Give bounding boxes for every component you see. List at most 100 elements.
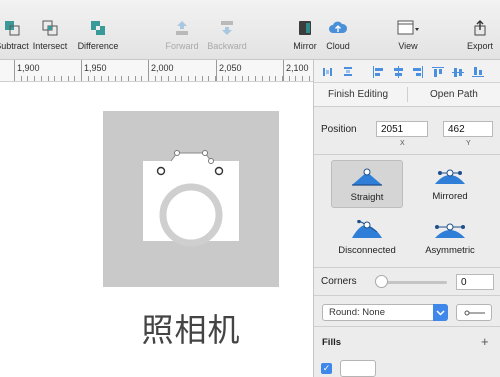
camera-artboard[interactable] [103,111,279,287]
ruler-minor-tick [302,76,303,81]
point-type-label: Straight [350,192,384,203]
point-type-asymmetric[interactable]: Asymmetric [414,214,486,262]
ruler-minor-tick [121,76,122,81]
ruler-minor-tick [34,76,35,81]
ruler-minor-tick [94,76,95,81]
forward-button[interactable]: Forward [162,0,202,60]
ruler-minor-tick [27,76,28,81]
point-type-label: Disconnected [338,245,396,256]
join-style-value: Round: None [329,307,385,318]
position-y-field[interactable]: 462 [443,121,493,137]
path-point[interactable] [208,158,214,164]
mirror-button[interactable]: Mirror [288,0,322,60]
ruler-minor-tick [202,76,203,81]
fill-color-swatch[interactable] [340,360,376,377]
align-middle-icon[interactable] [452,65,464,83]
ruler-minor-tick [41,76,42,81]
view-button[interactable]: View [392,0,424,60]
align-bottom-icon[interactable] [472,65,484,83]
finish-editing-button[interactable]: Finish Editing [328,89,388,100]
path-point-selected[interactable] [156,166,166,176]
position-section: Position 2051 462 X Y [314,107,500,155]
fill-enabled-checkbox[interactable]: ✓ [321,363,332,374]
intersect-label: Intersect [32,41,68,51]
join-style-select[interactable]: Round: None [322,304,448,321]
ruler-minor-tick [108,76,109,81]
ruler-label: 2,100 [286,63,309,73]
cloud-icon [329,21,348,33]
ruler-label: 2,000 [151,63,174,73]
backward-icon [221,21,233,35]
ruler-minor-tick [242,76,243,81]
inspector-panel: Finish Editing Open Path Position 2051 4… [313,60,500,377]
corners-section: Corners 0 [314,268,500,296]
ruler-minor-tick [175,76,176,81]
ruler-minor-tick [88,76,89,81]
cloud-label: Cloud [326,41,350,51]
ruler-minor-tick [289,76,290,81]
path-point[interactable] [202,150,208,156]
point-type-straight[interactable]: Straight [331,160,403,208]
path-point[interactable] [174,150,180,156]
difference-button[interactable]: Difference [75,0,121,60]
ruler-minor-tick [115,76,116,81]
align-center-icon[interactable] [392,65,404,83]
position-x-field[interactable]: 2051 [376,121,428,137]
ruler-minor-tick [309,76,310,81]
align-top-icon[interactable] [432,65,444,83]
point-type-disconnected[interactable]: Disconnected [331,214,403,262]
canvas[interactable]: 照相机 [0,83,313,377]
ruler-minor-tick [128,76,129,81]
ruler-minor-tick [255,76,256,81]
ruler-minor-tick [21,76,22,81]
corners-slider-knob[interactable] [375,275,388,288]
ruler-label: 1,900 [17,63,40,73]
ruler-minor-tick [195,76,196,81]
point-type-section: Straight Mirrored Disconnected Asymmetri… [314,156,500,268]
straight-point-icon [352,168,382,186]
subtract-button[interactable]: Subtract [0,0,32,60]
horizontal-ruler: 1,900 1,950 2,000 2,050 2,100 [0,60,313,82]
corners-label: Corners [321,276,357,287]
ruler-minor-tick [275,76,276,81]
add-fill-icon[interactable]: + [481,334,489,349]
forward-label: Forward [165,41,199,51]
cloud-button[interactable]: Cloud [322,0,354,60]
point-type-mirrored[interactable]: Mirrored [414,160,486,208]
point-type-label: Mirrored [432,191,468,202]
export-button[interactable]: Export [462,0,498,60]
subtract-label: Subtract [0,41,29,51]
mirrored-point-icon [435,169,465,184]
disconnected-point-icon [352,220,382,238]
path-point-selected[interactable] [214,166,224,176]
path-edit-row: Finish Editing Open Path [314,83,500,107]
view-icon [397,20,419,35]
align-left-icon[interactable] [372,65,384,83]
join-section: Round: None [314,297,500,327]
view-label: View [398,41,418,51]
path-ends-button[interactable] [456,304,492,321]
export-icon [474,20,486,36]
camera-icon[interactable] [103,111,279,287]
asymmetric-point-icon [435,223,465,238]
ruler-minor-tick [61,76,62,81]
ruler-minor-tick [48,76,49,81]
distribute-vertical-icon[interactable] [342,65,354,83]
ruler-minor-tick [161,76,162,81]
intersect-button[interactable]: Intersect [30,0,70,60]
open-path-button[interactable]: Open Path [430,89,478,100]
fills-label: Fills [322,337,342,348]
backward-button[interactable]: Backward [204,0,250,60]
ruler-minor-tick [155,76,156,81]
ruler-minor-tick [282,76,283,81]
corners-value-field[interactable]: 0 [456,274,494,290]
align-right-icon[interactable] [412,65,424,83]
ruler-label: 1,950 [84,63,107,73]
x-label: X [400,140,405,147]
ruler-minor-tick [269,76,270,81]
distribute-horizontal-icon[interactable] [322,65,334,83]
ruler-label: 2,050 [219,63,242,73]
chevron-down-icon [433,304,448,321]
divider [407,87,408,102]
line-ends-icon [464,310,485,316]
